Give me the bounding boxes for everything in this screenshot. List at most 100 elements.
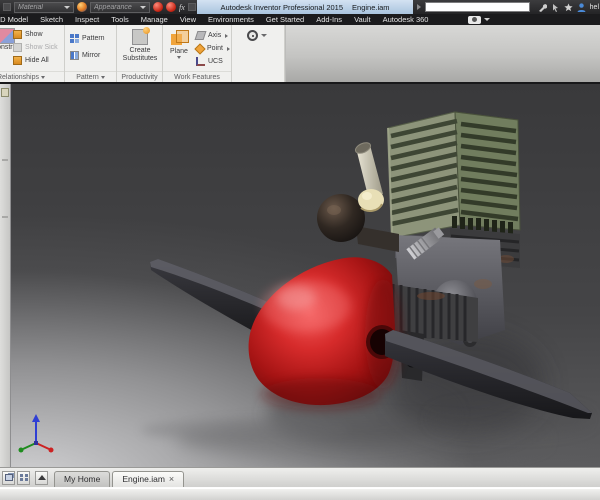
chevron-down-icon xyxy=(140,6,146,9)
ribbon-camera-control[interactable] xyxy=(468,16,490,24)
document-title: Engine.iam xyxy=(352,3,390,12)
tab-add-ins[interactable]: Add-Ins xyxy=(310,15,348,24)
tab-view[interactable]: View xyxy=(174,15,202,24)
tab-engine-iam[interactable]: Engine.iam × xyxy=(112,471,184,487)
create-substitutes-button[interactable]: Create Substitutes xyxy=(120,29,160,63)
axis-button[interactable]: Axis xyxy=(196,29,230,42)
ucs-button[interactable]: UCS xyxy=(196,55,230,68)
show-button[interactable]: Show xyxy=(13,28,58,41)
cascade-icon xyxy=(5,474,13,481)
plane-icon xyxy=(170,30,188,46)
tab-my-home[interactable]: My Home xyxy=(54,471,110,487)
expand-tabs-button[interactable] xyxy=(35,471,48,485)
browser-panel-icon[interactable] xyxy=(1,88,9,97)
quick-access-toolbar: Material Appearance fx xyxy=(0,2,205,13)
plane-button[interactable]: Plane xyxy=(166,30,192,59)
material-dropdown-value: Material xyxy=(18,4,43,11)
signin-username[interactable]: hel xyxy=(590,4,599,11)
tab-get-started[interactable]: Get Started xyxy=(260,15,310,24)
favorites-star-icon[interactable] xyxy=(564,3,573,12)
model-viewport[interactable] xyxy=(0,84,600,467)
mirror-icon xyxy=(70,51,79,60)
material-dropdown[interactable]: Material xyxy=(14,2,74,13)
tile-grid-icon xyxy=(20,474,28,481)
panel-label-relationships[interactable]: Relationships xyxy=(0,71,64,82)
browser-panel-edge[interactable] xyxy=(0,84,11,467)
tab-inspect[interactable]: Inspect xyxy=(69,15,105,24)
up-arrow-icon xyxy=(38,475,46,480)
parameters-fx-icon[interactable]: fx xyxy=(179,3,185,12)
cursor-arrow-icon[interactable] xyxy=(551,3,560,12)
chevron-down-icon xyxy=(64,6,70,9)
tab-manage[interactable]: Manage xyxy=(135,15,174,24)
axis-icon xyxy=(195,31,207,40)
hide-all-icon xyxy=(13,56,22,65)
point-icon xyxy=(194,43,205,54)
plane-dropdown-icon xyxy=(177,56,181,59)
chevron-down-icon xyxy=(484,18,490,21)
panel-dropdown-icon xyxy=(101,76,105,79)
appearance-dropdown-value: Appearance xyxy=(94,4,132,11)
panel-relationships: Constrain Show Show Sick Hide All Relati… xyxy=(0,25,65,82)
create-substitutes-icon xyxy=(132,29,148,45)
panel-extra xyxy=(232,25,285,82)
panel-dropdown-icon xyxy=(41,76,45,79)
app-title: Autodesk Inventor Professional 2015 xyxy=(220,3,343,12)
titlebar-right-icons: hel xyxy=(538,0,600,14)
title-flyout-arrow-icon[interactable] xyxy=(417,4,421,10)
show-sick-button[interactable]: Show Sick xyxy=(13,41,58,54)
point-button[interactable]: Point xyxy=(196,42,230,55)
show-icon xyxy=(13,30,22,39)
close-tab-icon[interactable]: × xyxy=(169,475,174,483)
red-sphere-icon[interactable] xyxy=(166,2,176,12)
ribbon-tab-row: 3D Model Sketch Inspect Tools Manage Vie… xyxy=(0,14,600,25)
panel-productivity: Create Substitutes Productivity xyxy=(117,25,163,82)
hide-all-button[interactable]: Hide All xyxy=(13,54,58,67)
flyout-arrow-icon xyxy=(227,47,230,51)
panel-work-features: Plane Axis Point UCS xyxy=(163,25,232,82)
tab-sketch[interactable]: Sketch xyxy=(34,15,69,24)
tab-vault[interactable]: Vault xyxy=(348,15,377,24)
ribbon-empty-area xyxy=(285,25,600,82)
origin-triad xyxy=(19,414,54,453)
show-sick-icon xyxy=(13,43,22,52)
search-input[interactable] xyxy=(425,2,530,12)
measure-icon[interactable] xyxy=(188,3,196,11)
search-wrench-icon[interactable] xyxy=(538,3,547,12)
status-bar xyxy=(0,487,600,500)
panel-divider xyxy=(2,159,8,161)
pattern-icon xyxy=(70,34,79,43)
tile-windows-button[interactable] xyxy=(17,471,30,485)
tab-3d-model[interactable]: 3D Model xyxy=(0,15,34,24)
view-options-icon xyxy=(247,30,258,41)
title-bar: Material Appearance fx Autodesk Inventor… xyxy=(0,0,600,14)
adjust-sphere-icon[interactable] xyxy=(77,2,87,12)
red-sphere-icon[interactable] xyxy=(153,2,163,12)
panel-divider xyxy=(2,216,8,218)
pattern-button[interactable]: Pattern xyxy=(70,30,105,47)
cascade-windows-button[interactable] xyxy=(2,471,15,485)
tab-tools[interactable]: Tools xyxy=(105,15,135,24)
muffler xyxy=(317,194,365,242)
ucs-icon xyxy=(196,57,205,66)
tab-autodesk-360[interactable]: Autodesk 360 xyxy=(377,15,435,24)
panel-label-pattern[interactable]: Pattern xyxy=(65,71,116,82)
view-options-button[interactable] xyxy=(247,30,267,41)
engine-3d-model[interactable] xyxy=(11,84,600,467)
panel-label-productivity: Productivity xyxy=(117,71,162,82)
qat-overflow-icon[interactable] xyxy=(3,3,11,11)
inventor-window: Material Appearance fx Autodesk Inventor… xyxy=(0,0,600,500)
appearance-dropdown[interactable]: Appearance xyxy=(90,2,150,13)
panel-pattern: Pattern Mirror Pattern xyxy=(65,25,117,82)
flyout-arrow-icon xyxy=(225,34,228,38)
document-tab-bar: My Home Engine.iam × xyxy=(0,467,600,487)
panel-label-work-features: Work Features xyxy=(163,71,231,82)
window-title: Autodesk Inventor Professional 2015 Engi… xyxy=(197,0,413,14)
carburetor-intake xyxy=(354,141,384,211)
chevron-down-icon xyxy=(261,34,267,37)
camera-icon xyxy=(468,16,481,24)
sign-in-person-icon[interactable] xyxy=(577,3,586,12)
tab-environments[interactable]: Environments xyxy=(202,15,260,24)
mirror-button[interactable]: Mirror xyxy=(70,47,105,64)
ribbon: Constrain Show Show Sick Hide All Relati… xyxy=(0,25,600,84)
